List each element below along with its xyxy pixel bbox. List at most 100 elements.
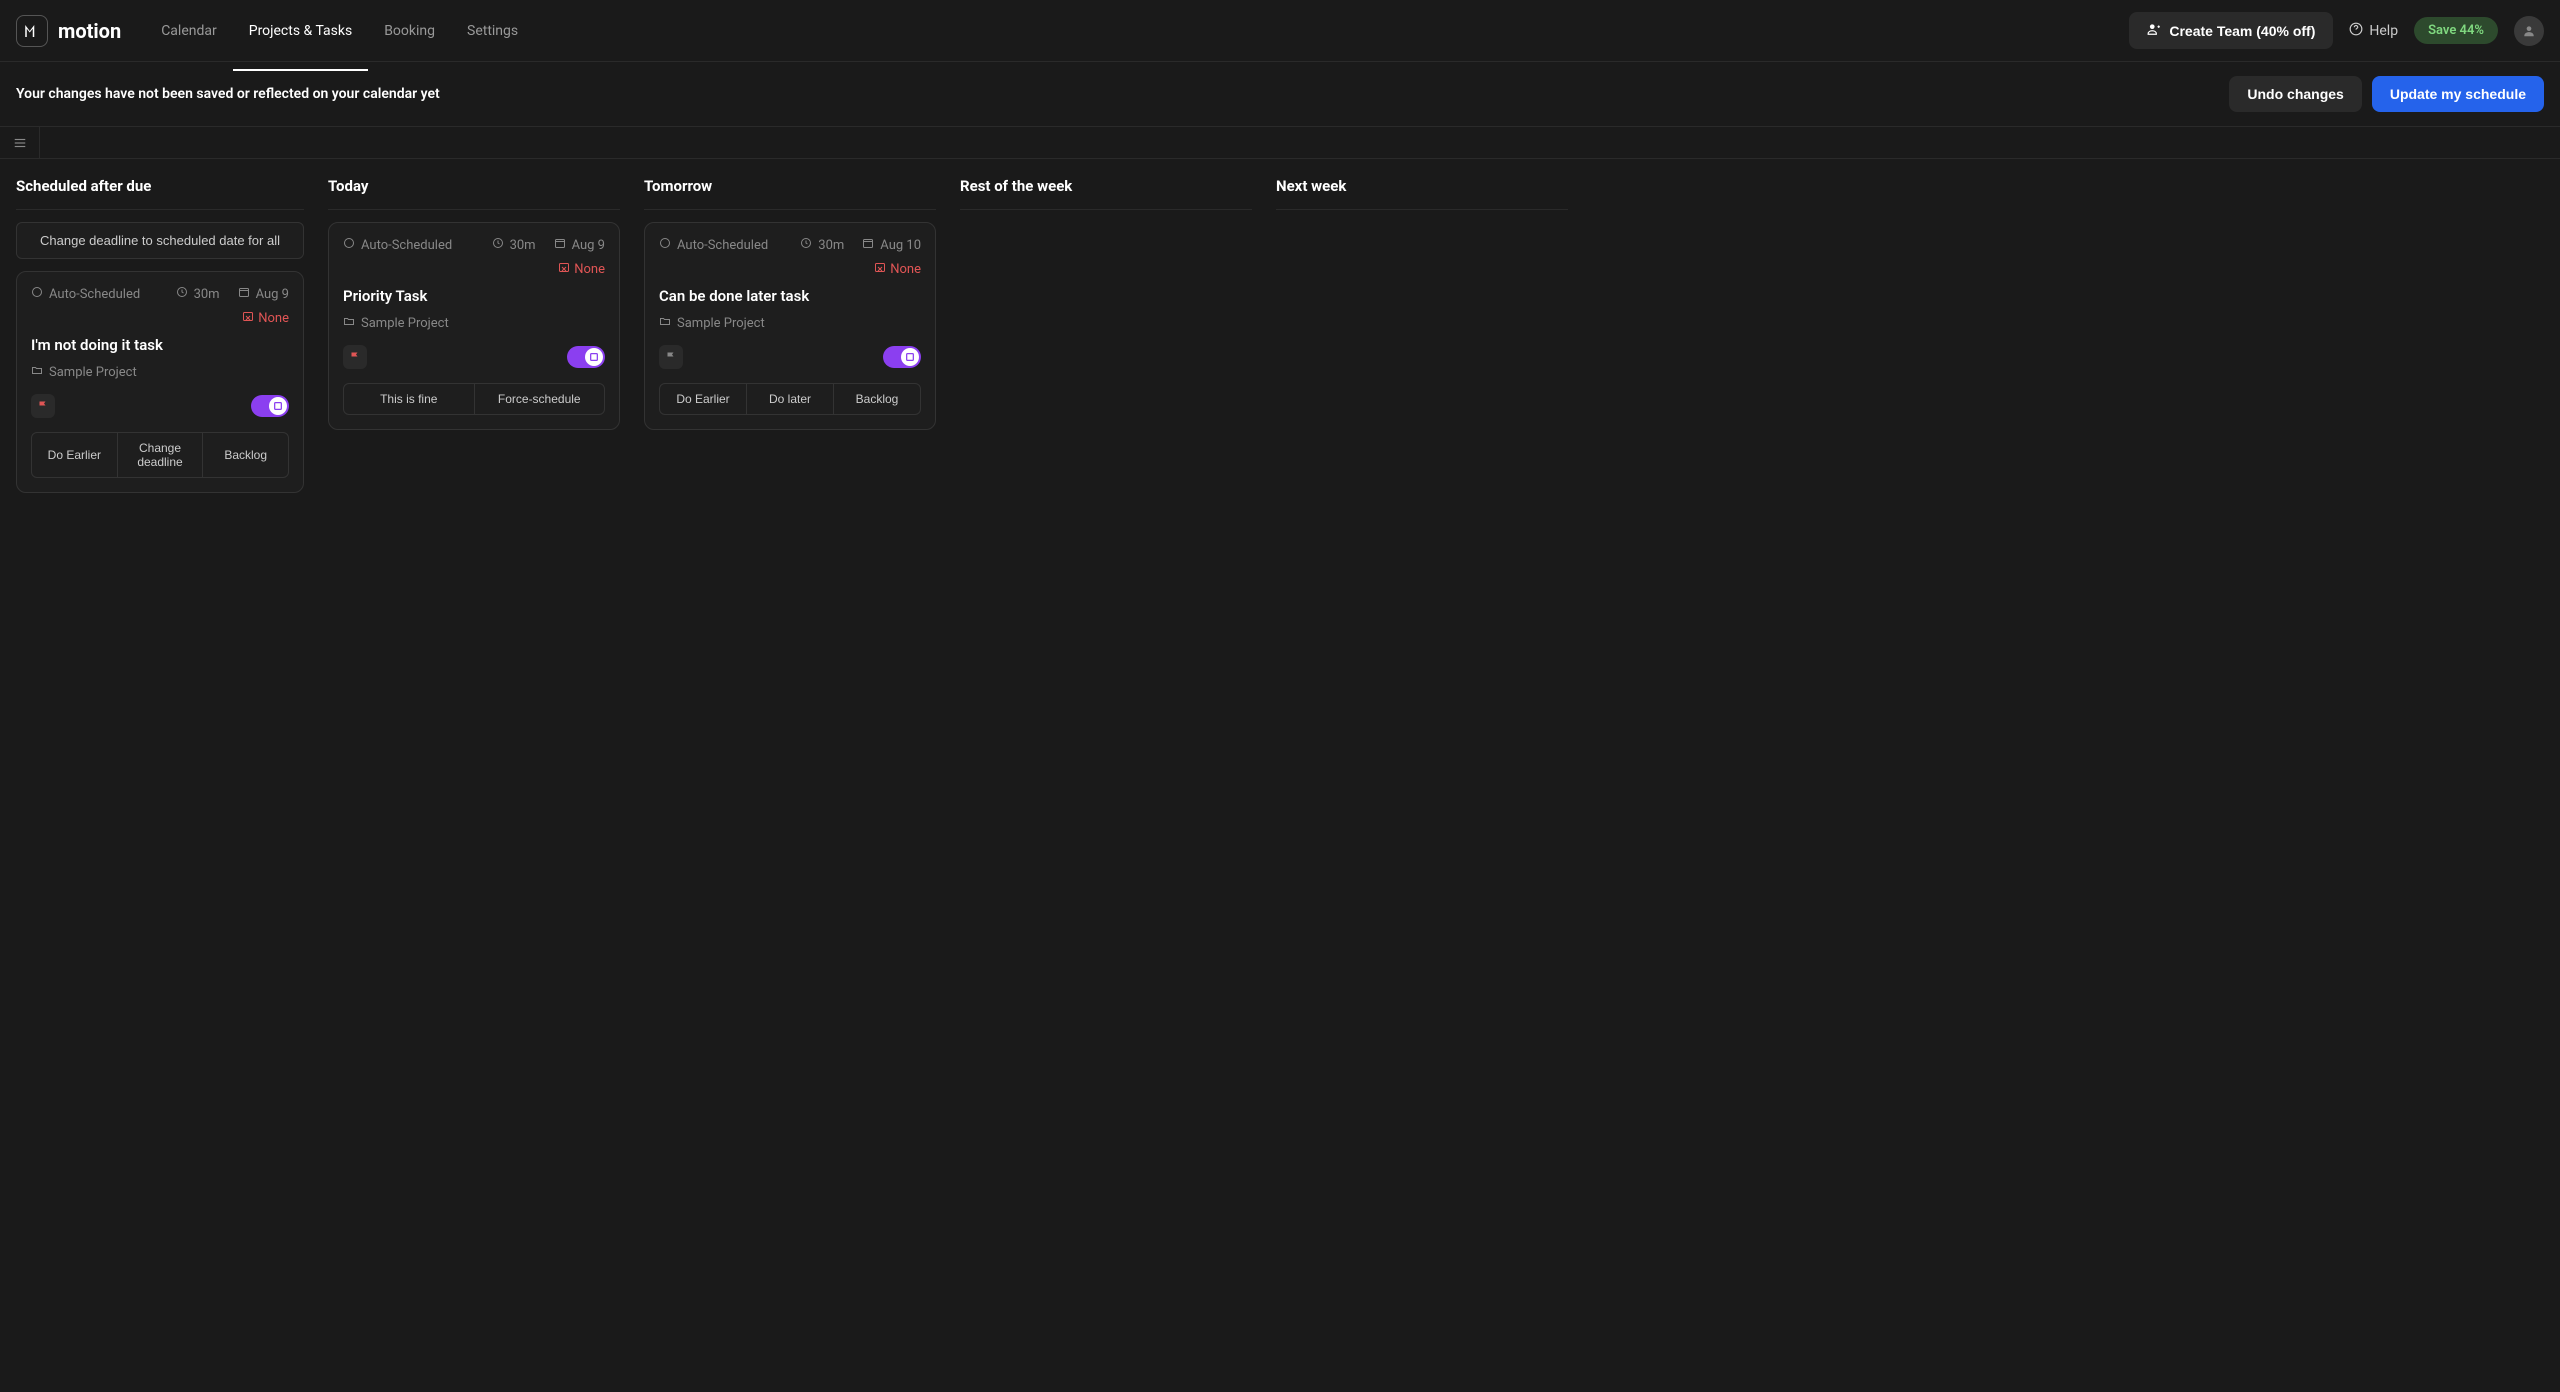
clock-icon [800, 237, 812, 253]
priority-none-badge: None [242, 310, 289, 326]
calendar-x-icon [558, 261, 570, 277]
calendar-icon [862, 237, 874, 253]
auto-schedule-toggle[interactable] [567, 346, 605, 368]
auto-schedule-toggle[interactable] [251, 395, 289, 417]
nav-projects-tasks[interactable]: Projects & Tasks [233, 5, 368, 57]
duration-label: 30m [194, 287, 220, 302]
schedule-label: Auto-Scheduled [677, 238, 768, 253]
task-card[interactable]: Auto-Scheduled 30m Aug 9 None Priority T… [328, 222, 620, 430]
flag-icon[interactable] [343, 345, 367, 369]
header-right: Create Team (40% off) Help Save 44% [2129, 12, 2544, 49]
column-header: Scheduled after due [16, 159, 304, 210]
task-title: Can be done later task [659, 287, 921, 305]
banner-actions: Undo changes Update my schedule [2229, 76, 2544, 112]
priority-none-badge: None [558, 261, 605, 277]
card-actions: Do Earlier Change deadline Backlog [31, 432, 289, 478]
nav-booking[interactable]: Booking [368, 5, 451, 57]
avatar[interactable] [2514, 16, 2544, 46]
column-tomorrow: Tomorrow Auto-Scheduled 30m Aug 10 None … [632, 159, 948, 505]
circle-icon [343, 237, 355, 253]
do-earlier-button[interactable]: Do Earlier [660, 384, 747, 414]
duration-label: 30m [818, 238, 844, 253]
card-actions: This is fine Force-schedule [343, 383, 605, 415]
toolbar-row [0, 127, 2560, 159]
date-label: Aug 10 [880, 238, 921, 253]
sidebar-toggle-icon[interactable] [0, 127, 40, 159]
column-header: Next week [1276, 159, 1568, 210]
force-schedule-button[interactable]: Force-schedule [475, 384, 605, 414]
clock-icon [176, 286, 188, 302]
help-label: Help [2369, 23, 2398, 39]
create-team-label: Create Team (40% off) [2169, 23, 2315, 39]
update-schedule-button[interactable]: Update my schedule [2372, 76, 2544, 112]
date-label: Aug 9 [256, 287, 289, 302]
circle-icon [659, 237, 671, 253]
unsaved-changes-banner: Your changes have not been saved or refl… [0, 62, 2560, 127]
duration-label: 30m [510, 238, 536, 253]
change-deadline-all-button[interactable]: Change deadline to scheduled date for al… [16, 222, 304, 259]
card-meta-row: Auto-Scheduled 30m Aug 10 [659, 237, 921, 253]
date-label: Aug 9 [572, 238, 605, 253]
project-row[interactable]: Sample Project [31, 364, 289, 380]
help-link[interactable]: Help [2349, 22, 2398, 40]
clock-icon [492, 237, 504, 253]
change-deadline-button[interactable]: Change deadline [118, 433, 204, 477]
do-later-button[interactable]: Do later [747, 384, 834, 414]
card-meta-row: Auto-Scheduled 30m Aug 9 [31, 286, 289, 302]
undo-changes-button[interactable]: Undo changes [2229, 76, 2361, 112]
task-title: I'm not doing it task [31, 336, 289, 354]
flag-toggle-row [343, 345, 605, 369]
column-header: Tomorrow [644, 159, 936, 210]
user-plus-icon [2147, 22, 2161, 39]
logo-text: motion [58, 19, 121, 43]
auto-schedule-toggle[interactable] [883, 346, 921, 368]
nav-settings[interactable]: Settings [451, 5, 534, 57]
folder-icon [31, 364, 43, 380]
card-actions: Do Earlier Do later Backlog [659, 383, 921, 415]
column-header: Rest of the week [960, 159, 1252, 210]
main-nav: Calendar Projects & Tasks Booking Settin… [145, 5, 534, 57]
project-row[interactable]: Sample Project [659, 315, 921, 331]
column-scheduled-after-due: Scheduled after due Change deadline to s… [0, 159, 316, 505]
toggle-knob [269, 397, 287, 415]
priority-row: None [31, 310, 289, 326]
logo[interactable]: motion [16, 15, 121, 47]
banner-message: Your changes have not been saved or refl… [16, 86, 440, 102]
project-name: Sample Project [361, 316, 449, 331]
column-rest-of-week: Rest of the week [948, 159, 1264, 505]
priority-none-badge: None [874, 261, 921, 277]
project-row[interactable]: Sample Project [343, 315, 605, 331]
save-pill[interactable]: Save 44% [2414, 17, 2498, 44]
flag-toggle-row [659, 345, 921, 369]
backlog-button[interactable]: Backlog [834, 384, 920, 414]
toggle-knob [901, 348, 919, 366]
flag-icon[interactable] [659, 345, 683, 369]
do-earlier-button[interactable]: Do Earlier [32, 433, 118, 477]
app-header: motion Calendar Projects & Tasks Booking… [0, 0, 2560, 62]
backlog-button[interactable]: Backlog [203, 433, 288, 477]
calendar-icon [554, 237, 566, 253]
this-is-fine-button[interactable]: This is fine [344, 384, 475, 414]
column-next-week: Next week [1264, 159, 1580, 505]
calendar-x-icon [874, 261, 886, 277]
task-card[interactable]: Auto-Scheduled 30m Aug 9 None I'm not do… [16, 271, 304, 493]
folder-icon [343, 315, 355, 331]
calendar-x-icon [242, 310, 254, 326]
flag-toggle-row [31, 394, 289, 418]
schedule-label: Auto-Scheduled [49, 287, 140, 302]
column-header: Today [328, 159, 620, 210]
create-team-button[interactable]: Create Team (40% off) [2129, 12, 2333, 49]
card-meta-row: Auto-Scheduled 30m Aug 9 [343, 237, 605, 253]
calendar-icon [238, 286, 250, 302]
nav-calendar[interactable]: Calendar [145, 5, 233, 57]
folder-icon [659, 315, 671, 331]
project-name: Sample Project [677, 316, 765, 331]
flag-icon[interactable] [31, 394, 55, 418]
priority-row: None [343, 261, 605, 277]
schedule-label: Auto-Scheduled [361, 238, 452, 253]
project-name: Sample Project [49, 365, 137, 380]
logo-icon [16, 15, 48, 47]
task-card[interactable]: Auto-Scheduled 30m Aug 10 None Can be do… [644, 222, 936, 430]
column-today: Today Auto-Scheduled 30m Aug 9 None Prio… [316, 159, 632, 505]
circle-icon [31, 286, 43, 302]
